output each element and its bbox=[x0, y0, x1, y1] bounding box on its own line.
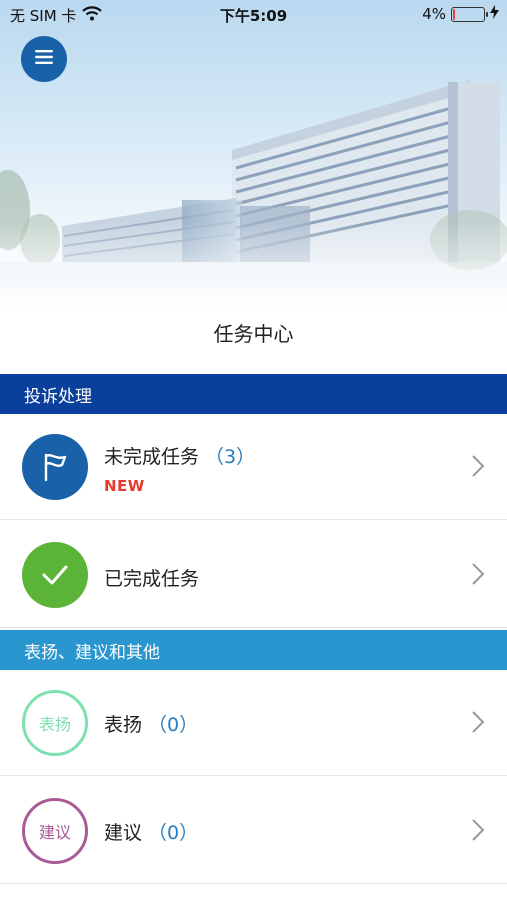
flag-icon bbox=[22, 434, 88, 500]
chevron-right-icon bbox=[471, 562, 485, 590]
new-badge: NEW bbox=[104, 477, 145, 495]
battery-level bbox=[453, 8, 455, 20]
suggestion-label: 建议 （0） bbox=[104, 818, 198, 845]
hero-banner bbox=[0, 0, 507, 312]
chevron-right-icon bbox=[471, 818, 485, 846]
battery-icon bbox=[451, 6, 488, 22]
building-illustration bbox=[0, 80, 507, 312]
praise-count: （0） bbox=[148, 714, 199, 736]
unfinished-tasks-label: 未完成任务 （3） bbox=[104, 442, 255, 469]
menu-button[interactable] bbox=[21, 36, 67, 82]
section-header-complaints: 投诉处理 bbox=[0, 374, 507, 414]
chevron-right-icon bbox=[471, 454, 485, 482]
carrier-label: 无 SIM 卡 bbox=[10, 6, 77, 25]
battery-percent: 4% bbox=[422, 5, 446, 23]
unfinished-tasks-text: 未完成任务 bbox=[104, 446, 200, 468]
suggestion-icon: 建议 bbox=[22, 798, 88, 864]
charging-bolt-icon bbox=[490, 5, 499, 23]
checkmark-icon bbox=[22, 542, 88, 608]
praise-icon-text: 表扬 bbox=[38, 715, 71, 734]
unfinished-tasks-row[interactable]: 未完成任务 （3） NEW bbox=[0, 414, 507, 520]
chevron-right-icon bbox=[471, 710, 485, 738]
page-title: 任务中心 bbox=[213, 322, 294, 346]
suggestion-row[interactable]: 建议 建议 （0） bbox=[0, 778, 507, 884]
praise-row[interactable]: 表扬 表扬 （0） bbox=[0, 670, 507, 776]
wifi-icon bbox=[82, 5, 103, 25]
menu-icon bbox=[35, 49, 53, 69]
suggestion-icon-text: 建议 bbox=[38, 823, 71, 842]
finished-tasks-row[interactable]: 已完成任务 bbox=[0, 522, 507, 628]
praise-text: 表扬 bbox=[104, 714, 143, 736]
suggestion-text: 建议 bbox=[104, 822, 143, 844]
unfinished-tasks-count: （3） bbox=[205, 446, 256, 468]
praise-icon: 表扬 bbox=[22, 690, 88, 756]
status-bar: 无 SIM 卡 下午5:09 4% bbox=[0, 0, 507, 30]
section-header-praise-suggestions: 表扬、建议和其他 bbox=[0, 630, 507, 670]
suggestion-count: （0） bbox=[148, 822, 199, 844]
praise-label: 表扬 （0） bbox=[104, 710, 198, 737]
finished-tasks-label: 已完成任务 bbox=[104, 568, 200, 590]
